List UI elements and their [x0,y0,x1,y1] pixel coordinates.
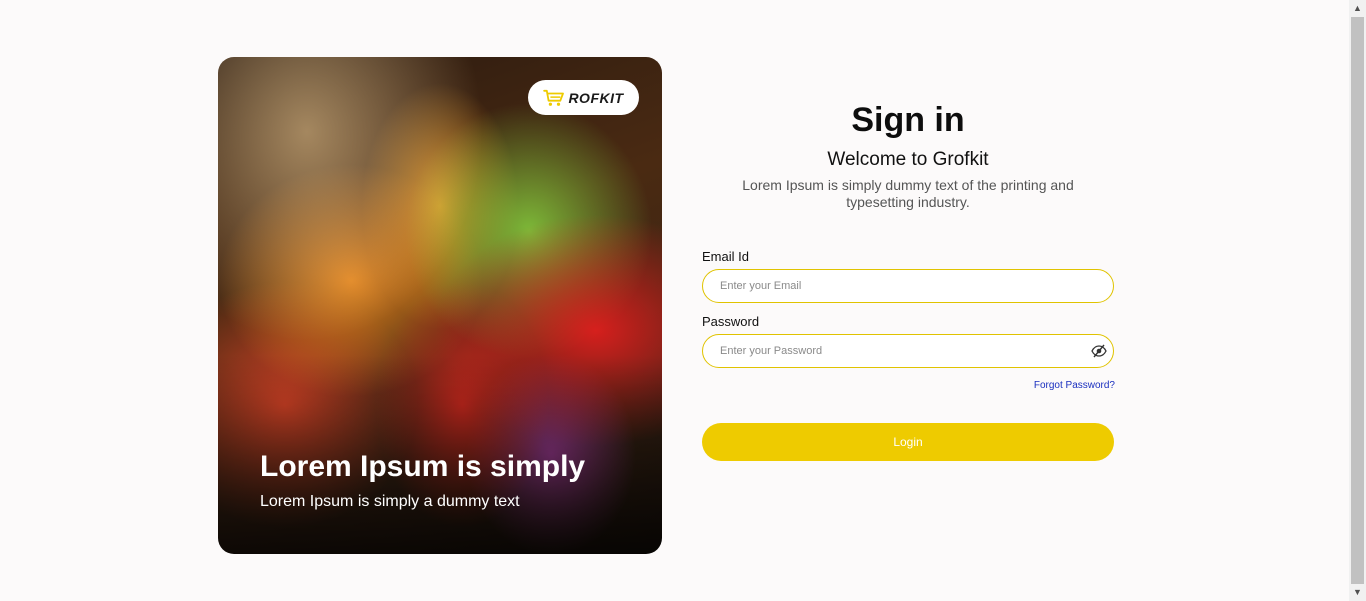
password-label: Password [702,314,760,329]
brand-logo: ROFKIT [528,80,639,115]
email-field[interactable] [703,270,1080,302]
scrollbar-thumb[interactable] [1351,17,1364,584]
password-field[interactable] [703,335,1080,367]
login-page: ROFKIT Lorem Ipsum is simply Lorem Ipsum… [0,0,1366,601]
welcome-heading: Welcome to Grofkit [827,149,989,170]
hero-subtitle: Lorem Ipsum is simply a dummy text [260,493,520,510]
password-field-wrapper [702,334,1114,368]
chevron-up-icon[interactable]: ▲ [1349,0,1366,17]
hero-title: Lorem Ipsum is simply [260,450,586,483]
vertical-scrollbar[interactable]: ▲ ▼ [1349,0,1366,601]
eye-slash-icon[interactable] [1091,344,1107,358]
page-title: Sign in [851,101,965,139]
welcome-description: Lorem Ipsum is simply dummy text of the … [742,177,1074,210]
brand-name: ROFKIT [568,89,624,106]
cart-icon [543,89,565,106]
chevron-down-icon[interactable]: ▼ [1349,584,1366,601]
login-button[interactable]: Login [702,423,1114,461]
forgot-password-link[interactable]: Forgot Password? [1034,380,1115,391]
sign-in-panel: Sign in Welcome to Grofkit Lorem Ipsum i… [702,95,1115,461]
hero-image-card: ROFKIT Lorem Ipsum is simply Lorem Ipsum… [218,57,662,554]
email-field-wrapper [702,269,1114,303]
email-label: Email Id [702,249,749,264]
